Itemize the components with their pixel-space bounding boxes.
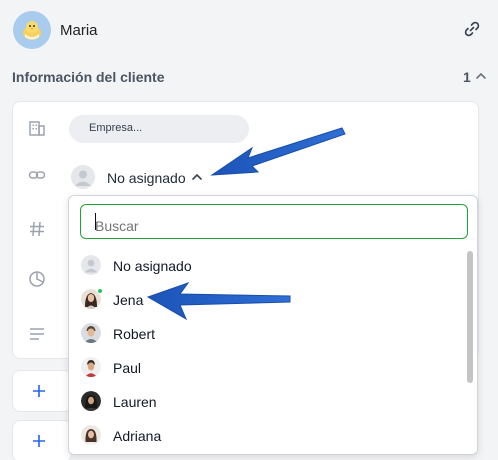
building-icon	[29, 121, 45, 136]
section-title[interactable]: Información del cliente	[12, 69, 164, 85]
option-adriana[interactable]: Adriana	[69, 418, 464, 452]
option-paul[interactable]: Paul	[69, 350, 464, 384]
person-photo-icon	[81, 391, 101, 411]
plus-icon	[33, 385, 45, 397]
option-label: No asignado	[113, 258, 192, 274]
chick-icon	[23, 21, 41, 40]
option-label: Lauren	[113, 394, 157, 410]
section-count: 1	[463, 69, 471, 85]
user-name: Maria	[60, 22, 98, 39]
link-icon[interactable]	[463, 20, 481, 38]
dropdown-scrollbar[interactable]	[467, 251, 473, 441]
online-status-dot	[97, 288, 103, 294]
person-photo-icon	[81, 425, 101, 445]
hash-icon	[30, 221, 44, 237]
link-icon	[28, 171, 46, 179]
search-input[interactable]	[80, 204, 468, 239]
chevron-up-icon[interactable]	[475, 70, 487, 82]
annotation-arrow-icon	[210, 127, 346, 176]
avatar	[81, 391, 101, 411]
avatar[interactable]	[13, 11, 51, 49]
person-photo-icon	[81, 357, 101, 377]
option-label: Jena	[113, 292, 144, 308]
avatar	[81, 425, 101, 445]
annotation-arrow-icon	[146, 281, 291, 321]
default-avatar	[71, 165, 95, 189]
person-photo-icon	[81, 323, 101, 343]
assignee-dropdown: No asignado Jena Robert	[68, 195, 478, 455]
user-icon	[71, 165, 95, 189]
option-label: Adriana	[113, 428, 162, 444]
option-lauren[interactable]: Lauren	[69, 384, 464, 418]
add-section-button[interactable]	[12, 370, 72, 412]
scrollbar-thumb[interactable]	[467, 251, 473, 383]
option-label: Paul	[113, 360, 142, 376]
avatar	[81, 357, 101, 377]
pie-chart-icon	[29, 271, 45, 287]
assignee-label: No asignado	[107, 170, 186, 186]
user-icon	[81, 255, 101, 275]
text-lines-icon	[30, 328, 44, 340]
text-cursor	[95, 213, 96, 230]
avatar	[81, 323, 101, 343]
plus-icon	[33, 435, 45, 447]
add-section-button[interactable]	[12, 420, 72, 460]
default-avatar	[81, 255, 101, 275]
contact-header: Maria	[0, 0, 498, 58]
option-label: Robert	[113, 326, 156, 342]
